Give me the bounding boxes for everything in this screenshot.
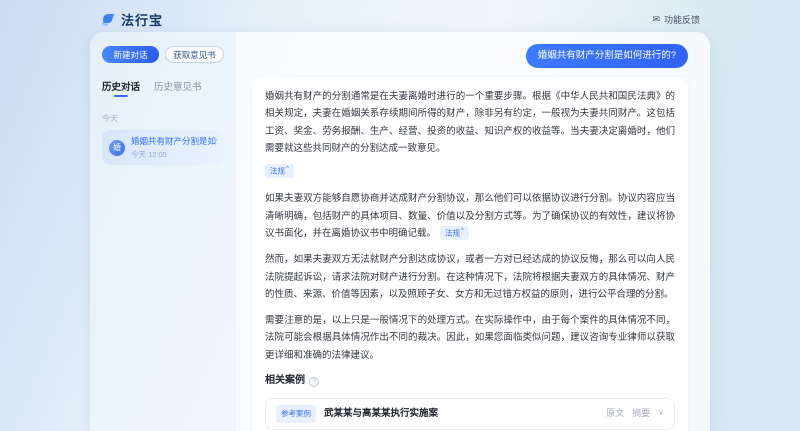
law-badge-label: 法规 bbox=[445, 228, 460, 237]
law-badge-label: 法规 bbox=[270, 167, 285, 176]
citation-line: 法规^ bbox=[265, 164, 675, 182]
app-panel: 新建对话 获取意见书 历史对话 历史意见书 今天 婚 婚姻共有财产分割是如何..… bbox=[90, 32, 710, 431]
app-logo-text: 法行宝 bbox=[121, 10, 163, 29]
answer-paragraph: 如果夫妻双方能够自愿协商并达成财产分割协议，那么他们可以依据协议进行分割。协议内… bbox=[265, 190, 675, 243]
case-actions: 原文 摘要 ∨ bbox=[606, 405, 664, 422]
user-message-bubble: 婚姻共有财产分割是如何进行的? bbox=[526, 44, 688, 68]
feedback-label: 功能反馈 bbox=[664, 13, 700, 26]
paragraph-text: 如果夫妻双方能够自愿协商并达成财产分割协议，那么他们可以依据协议进行分割。协议内… bbox=[265, 193, 675, 239]
case-row[interactable]: 参考案例 武某某与高某某执行实施案 原文 摘要 ∨ bbox=[265, 398, 675, 430]
answer-paragraph: 然而，如果夫妻双方无法就财产分割达成协议，或者一方对已经达成的协议反悔，那么可以… bbox=[265, 251, 675, 304]
sidebar: 新建对话 获取意见书 历史对话 历史意见书 今天 婚 婚姻共有财产分割是如何..… bbox=[90, 32, 236, 431]
mail-icon: ✉ bbox=[652, 14, 660, 25]
app-logo: 法行宝 bbox=[100, 10, 163, 29]
history-chat-item[interactable]: 婚 婚姻共有财产分割是如何... 今天 12:05 bbox=[102, 130, 224, 165]
chat-item-meta: 婚姻共有财产分割是如何... 今天 12:05 bbox=[131, 135, 217, 160]
top-header: 法行宝 ✉ 功能反馈 bbox=[0, 0, 800, 32]
assistant-answer-card: 婚姻共有财产的分割通常是在夫妻离婚时进行的一个重要步骤。根据《中华人民共和国民法… bbox=[252, 77, 688, 431]
related-cases-title: 相关案例 bbox=[265, 372, 305, 391]
chat-area: 婚姻共有财产分割是如何进行的? 婚姻共有财产的分割通常是在夫妻离婚时进行的一个重… bbox=[236, 32, 710, 431]
tab-history-chats[interactable]: 历史对话 bbox=[102, 79, 140, 99]
sidebar-tabs: 历史对话 历史意见书 bbox=[102, 79, 224, 99]
law-citation-badge[interactable]: 法规^ bbox=[440, 226, 469, 240]
law-citation-badge[interactable]: 法规^ bbox=[265, 164, 294, 178]
reference-case-badge: 参考案例 bbox=[276, 405, 316, 423]
case-title: 武某某与高某某执行实施案 bbox=[324, 409, 438, 419]
new-chat-button[interactable]: 新建对话 bbox=[102, 46, 159, 63]
date-group-label: 今天 bbox=[102, 113, 224, 124]
case-summary-link[interactable]: 摘要 bbox=[632, 405, 650, 422]
chat-item-title: 婚姻共有财产分割是如何... bbox=[131, 135, 217, 147]
answer-paragraph: 婚姻共有财产的分割通常是在夫妻离婚时进行的一个重要步骤。根据《中华人民共和国民法… bbox=[265, 88, 675, 158]
case-original-link[interactable]: 原文 bbox=[606, 405, 624, 422]
info-icon[interactable]: ? bbox=[309, 377, 319, 387]
chevron-down-icon[interactable]: ∨ bbox=[658, 406, 664, 421]
paragraph-text: 婚姻共有财产的分割通常是在夫妻离婚时进行的一个重要步骤。根据《中华人民共和国民法… bbox=[265, 91, 675, 155]
tab-history-opinions[interactable]: 历史意见书 bbox=[154, 79, 202, 99]
related-cases-header: 相关案例 ? bbox=[265, 372, 675, 391]
chat-avatar: 婚 bbox=[109, 140, 125, 156]
chat-item-time: 今天 12:05 bbox=[131, 149, 217, 160]
citation-caret-icon: ^ bbox=[286, 166, 289, 172]
get-opinion-button[interactable]: 获取意见书 bbox=[165, 46, 224, 63]
faxingbao-logo-icon bbox=[100, 11, 116, 27]
feedback-button[interactable]: ✉ 功能反馈 bbox=[652, 13, 700, 26]
citation-caret-icon: ^ bbox=[461, 228, 464, 234]
answer-paragraph: 需要注意的是，以上只是一般情况下的处理方式。在实际操作中，由于每个案件的具体情况… bbox=[265, 312, 675, 365]
